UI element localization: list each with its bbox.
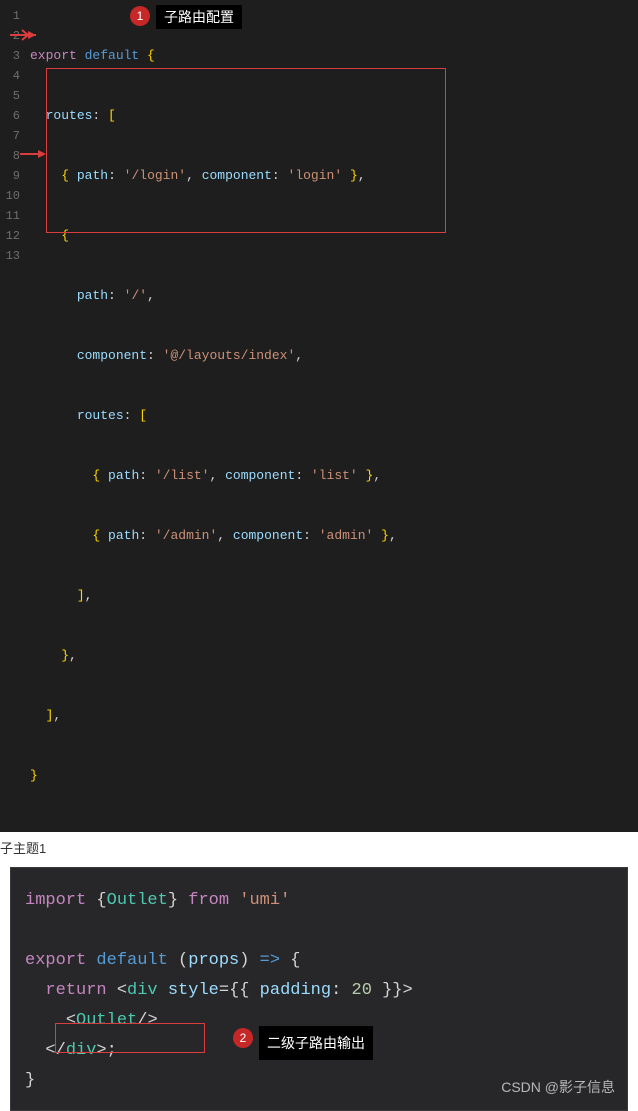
brace: } xyxy=(30,768,38,783)
brace: } xyxy=(168,891,178,910)
kw-default: default xyxy=(85,48,140,63)
bracket: [ xyxy=(139,408,147,423)
prop-component: component xyxy=(77,348,147,363)
kw-return: return xyxy=(45,981,106,1000)
str: '/login' xyxy=(124,168,186,183)
prop-path: path xyxy=(108,468,139,483)
colon: : xyxy=(92,108,100,123)
prop-routes: routes xyxy=(46,108,93,123)
line-num: 4 xyxy=(0,66,24,86)
kw-from: from xyxy=(188,891,229,910)
line-num: 3 xyxy=(0,46,24,66)
line-num: 6 xyxy=(0,106,24,126)
annotation-badge-2: 2 xyxy=(233,1028,253,1048)
comma: , xyxy=(69,648,77,663)
comma: , xyxy=(53,708,61,723)
lt: < xyxy=(117,981,127,1000)
arrow-fn: => xyxy=(260,951,280,970)
str: '/admin' xyxy=(155,528,217,543)
arrow-icon xyxy=(10,28,36,40)
brace: { xyxy=(96,891,106,910)
str: 'umi' xyxy=(239,891,290,910)
prop-path: path xyxy=(77,168,108,183)
kw-default: default xyxy=(96,951,167,970)
kw-export: export xyxy=(25,951,86,970)
line-num: 5 xyxy=(0,86,24,106)
brace: { xyxy=(92,468,100,483)
var-props: props xyxy=(188,951,239,970)
prop-path: path xyxy=(77,288,108,303)
str: 'list' xyxy=(311,468,358,483)
prop-component: component xyxy=(225,468,295,483)
str: 'admin' xyxy=(319,528,374,543)
paren: ) xyxy=(239,951,249,970)
brace: { xyxy=(147,48,155,63)
code-block-bottom: import {Outlet} from 'umi' export defaul… xyxy=(10,867,628,1111)
line-num: 10 xyxy=(0,186,24,206)
annotation-label-1: 子路由配置 xyxy=(156,5,242,29)
str: 'login' xyxy=(288,168,343,183)
colon: : xyxy=(331,981,341,1000)
code-content-1: export default { routes: [ { path: '/log… xyxy=(30,6,638,826)
code-block-top: 1 2 3 4 5 6 7 8 9 10 11 12 13 export def… xyxy=(0,0,638,832)
line-num: 7 xyxy=(0,126,24,146)
comma: , xyxy=(358,168,366,183)
line-num: 9 xyxy=(0,166,24,186)
paren: ( xyxy=(178,951,188,970)
brace: } xyxy=(61,648,69,663)
highlight-box-2 xyxy=(55,1023,205,1053)
str: '/list' xyxy=(155,468,210,483)
brace: { xyxy=(61,228,69,243)
watermark: CSDN @影子信息 xyxy=(501,1072,615,1102)
brace: } xyxy=(350,168,358,183)
braces: {{ xyxy=(229,981,249,1000)
braces: }} xyxy=(382,981,402,1000)
comma: , xyxy=(85,588,93,603)
line-num: 11 xyxy=(0,206,24,226)
bracket: [ xyxy=(108,108,116,123)
str: '/' xyxy=(124,288,147,303)
prop-path: path xyxy=(108,528,139,543)
brace: { xyxy=(61,168,69,183)
attr-style: style xyxy=(168,981,219,1000)
prop-routes: routes xyxy=(77,408,124,423)
line-num: 1 xyxy=(0,6,24,26)
kw-import: import xyxy=(25,891,86,910)
line-number-gutter: 1 2 3 4 5 6 7 8 9 10 11 12 13 xyxy=(0,6,24,266)
prop-component: component xyxy=(202,168,272,183)
annotation-label-2: 二级子路由输出 xyxy=(259,1026,373,1060)
str: '@/layouts/index' xyxy=(163,348,296,363)
arrow-icon xyxy=(20,147,46,159)
bracket: ] xyxy=(77,588,85,603)
bracket: ] xyxy=(46,708,54,723)
prop-component: component xyxy=(233,528,303,543)
brace: } xyxy=(25,1071,35,1090)
eq: = xyxy=(219,981,229,1000)
kw-export: export xyxy=(30,48,77,63)
tag-div: div xyxy=(127,981,158,1000)
gt: > xyxy=(403,981,413,1000)
line-num: 12 xyxy=(0,226,24,246)
comma: , xyxy=(373,468,381,483)
annotation-badge-1: 1 xyxy=(130,6,150,26)
attr-padding: padding xyxy=(260,981,331,1000)
comma: , xyxy=(389,528,397,543)
subtitle: 子主题1 xyxy=(0,832,638,863)
id-outlet: Outlet xyxy=(107,891,168,910)
num: 20 xyxy=(352,981,372,1000)
line-num: 13 xyxy=(0,246,24,266)
brace: } xyxy=(381,528,389,543)
brace: { xyxy=(92,528,100,543)
brace: { xyxy=(290,951,300,970)
